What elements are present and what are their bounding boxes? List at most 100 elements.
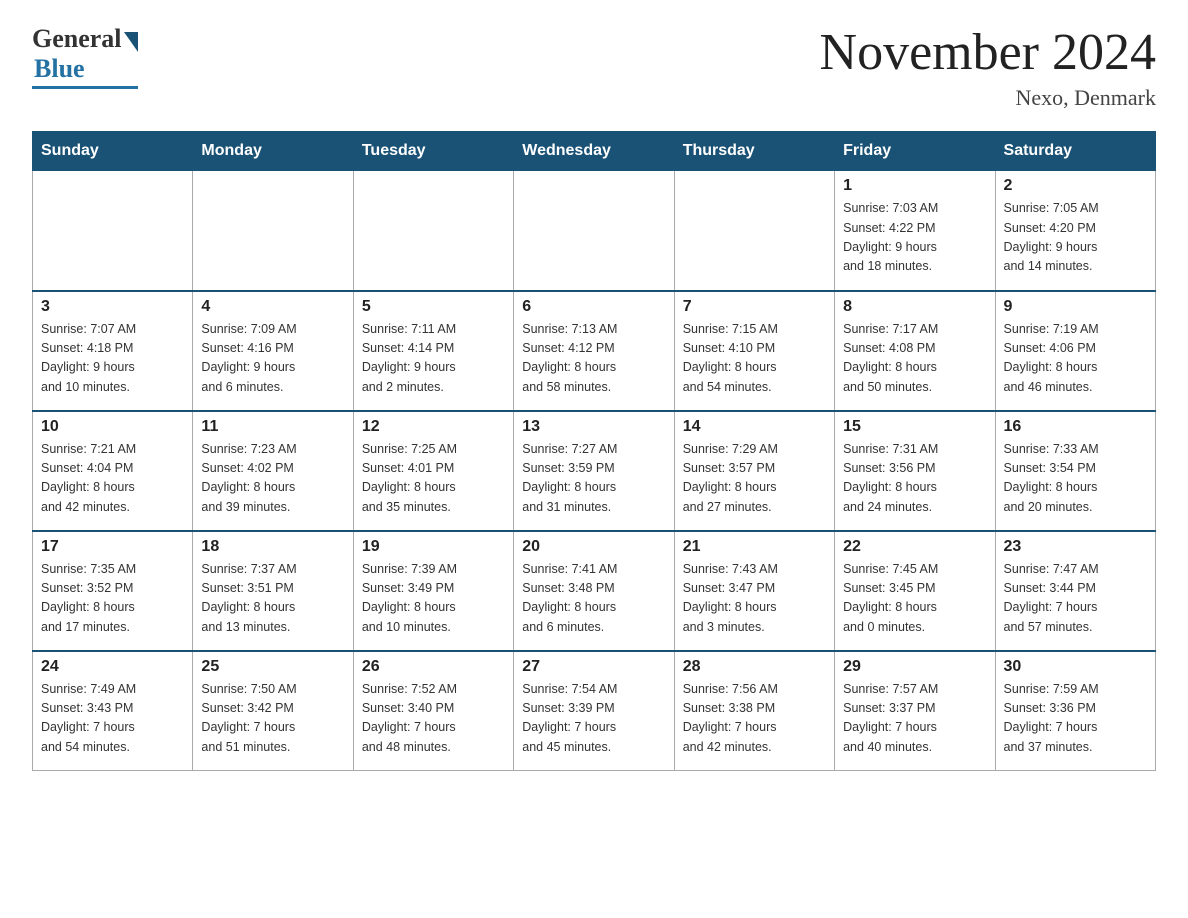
day-number: 17 bbox=[41, 538, 184, 556]
header-friday: Friday bbox=[835, 132, 995, 171]
calendar-table: SundayMondayTuesdayWednesdayThursdayFrid… bbox=[32, 131, 1156, 771]
day-info: Sunrise: 7:33 AMSunset: 3:54 PMDaylight:… bbox=[1004, 440, 1147, 518]
calendar-cell: 22 Sunrise: 7:45 AMSunset: 3:45 PMDayligh… bbox=[835, 531, 995, 651]
day-number: 16 bbox=[1004, 418, 1147, 436]
day-number: 27 bbox=[522, 658, 665, 676]
header-wednesday: Wednesday bbox=[514, 132, 674, 171]
calendar-cell: 1Sunrise: 7:03 AMSunset: 4:22 PMDaylight… bbox=[835, 171, 995, 291]
day-number: 10 bbox=[41, 418, 184, 436]
day-info: Sunrise: 7:54 AMSunset: 3:39 PMDaylight:… bbox=[522, 680, 665, 758]
day-info: Sunrise: 7:09 AMSunset: 4:16 PMDaylight:… bbox=[201, 320, 344, 398]
calendar-cell: 2 Sunrise: 7:05 AMSunset: 4:20 PMDaylight… bbox=[995, 171, 1155, 291]
day-number: 15 bbox=[843, 418, 986, 436]
day-number: 20 bbox=[522, 538, 665, 556]
day-info: Sunrise: 7:37 AMSunset: 3:51 PMDaylight:… bbox=[201, 560, 344, 638]
day-number: 30 bbox=[1004, 658, 1147, 676]
calendar-cell: 21Sunrise: 7:43 AMSunset: 3:47 PMDayligh… bbox=[674, 531, 834, 651]
day-number: 4 bbox=[201, 298, 344, 316]
calendar-cell bbox=[674, 171, 834, 291]
calendar-cell: 10 Sunrise: 7:21 AMSunset: 4:04 PMDayligh… bbox=[33, 411, 193, 531]
day-number: 5 bbox=[362, 298, 505, 316]
calendar-cell: 24 Sunrise: 7:49 AMSunset: 3:43 PMDayligh… bbox=[33, 651, 193, 771]
calendar-cell bbox=[193, 171, 353, 291]
logo-underline bbox=[32, 86, 138, 89]
title-block: November 2024 Nexo, Denmark bbox=[820, 24, 1156, 111]
page-header: General Blue November 2024 Nexo, Denmark bbox=[32, 24, 1156, 111]
calendar-cell: 8Sunrise: 7:17 AMSunset: 4:08 PMDaylight… bbox=[835, 291, 995, 411]
day-number: 2 bbox=[1004, 177, 1147, 195]
day-info: Sunrise: 7:29 AMSunset: 3:57 PMDaylight:… bbox=[683, 440, 826, 518]
day-info: Sunrise: 7:56 AMSunset: 3:38 PMDaylight:… bbox=[683, 680, 826, 758]
calendar-cell: 12 Sunrise: 7:25 AMSunset: 4:01 PMDayligh… bbox=[353, 411, 513, 531]
day-info: Sunrise: 7:27 AMSunset: 3:59 PMDaylight:… bbox=[522, 440, 665, 518]
calendar-cell: 11 Sunrise: 7:23 AMSunset: 4:02 PMDayligh… bbox=[193, 411, 353, 531]
day-number: 13 bbox=[522, 418, 665, 436]
day-number: 6 bbox=[522, 298, 665, 316]
day-number: 12 bbox=[362, 418, 505, 436]
calendar-cell: 4 Sunrise: 7:09 AMSunset: 4:16 PMDaylight… bbox=[193, 291, 353, 411]
day-info: Sunrise: 7:07 AMSunset: 4:18 PMDaylight:… bbox=[41, 320, 184, 398]
day-number: 29 bbox=[843, 658, 986, 676]
calendar-cell: 5 Sunrise: 7:11 AMSunset: 4:14 PMDaylight… bbox=[353, 291, 513, 411]
calendar-cell: 16 Sunrise: 7:33 AMSunset: 3:54 PMDayligh… bbox=[995, 411, 1155, 531]
day-info: Sunrise: 7:50 AMSunset: 3:42 PMDaylight:… bbox=[201, 680, 344, 758]
day-number: 28 bbox=[683, 658, 826, 676]
header-thursday: Thursday bbox=[674, 132, 834, 171]
day-info: Sunrise: 7:57 AMSunset: 3:37 PMDaylight:… bbox=[843, 680, 986, 758]
day-info: Sunrise: 7:11 AMSunset: 4:14 PMDaylight:… bbox=[362, 320, 505, 398]
header-monday: Monday bbox=[193, 132, 353, 171]
day-number: 24 bbox=[41, 658, 184, 676]
day-info: Sunrise: 7:39 AMSunset: 3:49 PMDaylight:… bbox=[362, 560, 505, 638]
header-sunday: Sunday bbox=[33, 132, 193, 171]
logo-arrow-icon bbox=[124, 32, 138, 52]
calendar-cell: 18 Sunrise: 7:37 AMSunset: 3:51 PMDayligh… bbox=[193, 531, 353, 651]
calendar-cell: 29 Sunrise: 7:57 AMSunset: 3:37 PMDayligh… bbox=[835, 651, 995, 771]
calendar-cell: 19 Sunrise: 7:39 AMSunset: 3:49 PMDayligh… bbox=[353, 531, 513, 651]
location-text: Nexo, Denmark bbox=[820, 85, 1156, 111]
day-number: 21 bbox=[683, 538, 826, 556]
day-number: 11 bbox=[201, 418, 344, 436]
calendar-cell: 20 Sunrise: 7:41 AMSunset: 3:48 PMDayligh… bbox=[514, 531, 674, 651]
day-info: Sunrise: 7:52 AMSunset: 3:40 PMDaylight:… bbox=[362, 680, 505, 758]
calendar-cell: 30Sunrise: 7:59 AMSunset: 3:36 PMDayligh… bbox=[995, 651, 1155, 771]
day-info: Sunrise: 7:45 AMSunset: 3:45 PMDaylight:… bbox=[843, 560, 986, 638]
logo: General Blue bbox=[32, 24, 138, 89]
calendar-cell: 14Sunrise: 7:29 AMSunset: 3:57 PMDayligh… bbox=[674, 411, 834, 531]
day-number: 9 bbox=[1004, 298, 1147, 316]
day-info: Sunrise: 7:23 AMSunset: 4:02 PMDaylight:… bbox=[201, 440, 344, 518]
day-info: Sunrise: 7:21 AMSunset: 4:04 PMDaylight:… bbox=[41, 440, 184, 518]
logo-blue-text: Blue bbox=[34, 54, 85, 84]
day-number: 8 bbox=[843, 298, 986, 316]
day-number: 23 bbox=[1004, 538, 1147, 556]
calendar-cell: 3 Sunrise: 7:07 AMSunset: 4:18 PMDaylight… bbox=[33, 291, 193, 411]
calendar-week-4: 17 Sunrise: 7:35 AMSunset: 3:52 PMDayligh… bbox=[33, 531, 1156, 651]
day-info: Sunrise: 7:35 AMSunset: 3:52 PMDaylight:… bbox=[41, 560, 184, 638]
day-info: Sunrise: 7:47 AMSunset: 3:44 PMDaylight:… bbox=[1004, 560, 1147, 638]
day-number: 19 bbox=[362, 538, 505, 556]
calendar-cell: 27 Sunrise: 7:54 AMSunset: 3:39 PMDayligh… bbox=[514, 651, 674, 771]
day-number: 3 bbox=[41, 298, 184, 316]
day-number: 26 bbox=[362, 658, 505, 676]
calendar-cell: 7Sunrise: 7:15 AMSunset: 4:10 PMDaylight… bbox=[674, 291, 834, 411]
calendar-week-3: 10 Sunrise: 7:21 AMSunset: 4:04 PMDayligh… bbox=[33, 411, 1156, 531]
day-number: 7 bbox=[683, 298, 826, 316]
calendar-header-row: SundayMondayTuesdayWednesdayThursdayFrid… bbox=[33, 132, 1156, 171]
day-info: Sunrise: 7:41 AMSunset: 3:48 PMDaylight:… bbox=[522, 560, 665, 638]
day-number: 22 bbox=[843, 538, 986, 556]
calendar-cell bbox=[514, 171, 674, 291]
calendar-cell: 23 Sunrise: 7:47 AMSunset: 3:44 PMDayligh… bbox=[995, 531, 1155, 651]
header-saturday: Saturday bbox=[995, 132, 1155, 171]
header-tuesday: Tuesday bbox=[353, 132, 513, 171]
calendar-cell: 15Sunrise: 7:31 AMSunset: 3:56 PMDayligh… bbox=[835, 411, 995, 531]
calendar-cell: 13 Sunrise: 7:27 AMSunset: 3:59 PMDayligh… bbox=[514, 411, 674, 531]
calendar-week-5: 24 Sunrise: 7:49 AMSunset: 3:43 PMDayligh… bbox=[33, 651, 1156, 771]
day-info: Sunrise: 7:25 AMSunset: 4:01 PMDaylight:… bbox=[362, 440, 505, 518]
calendar-week-2: 3 Sunrise: 7:07 AMSunset: 4:18 PMDaylight… bbox=[33, 291, 1156, 411]
calendar-cell: 28 Sunrise: 7:56 AMSunset: 3:38 PMDayligh… bbox=[674, 651, 834, 771]
calendar-cell bbox=[353, 171, 513, 291]
day-info: Sunrise: 7:49 AMSunset: 3:43 PMDaylight:… bbox=[41, 680, 184, 758]
day-info: Sunrise: 7:05 AMSunset: 4:20 PMDaylight:… bbox=[1004, 199, 1147, 277]
calendar-cell: 6Sunrise: 7:13 AMSunset: 4:12 PMDaylight… bbox=[514, 291, 674, 411]
day-number: 18 bbox=[201, 538, 344, 556]
calendar-cell: 17 Sunrise: 7:35 AMSunset: 3:52 PMDayligh… bbox=[33, 531, 193, 651]
